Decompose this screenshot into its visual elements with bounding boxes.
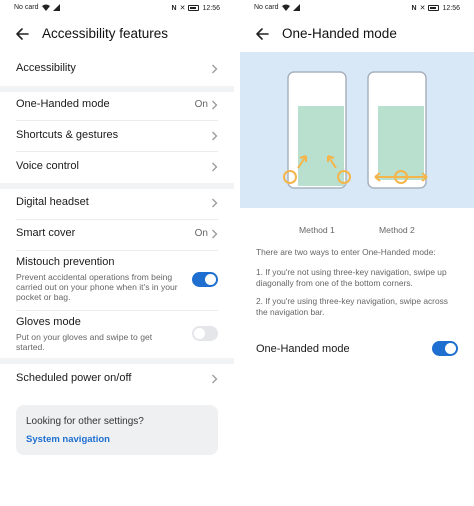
mute-icon: ✕ (419, 5, 426, 12)
carrier-text: No card (254, 4, 279, 11)
accessibility-features-screen: No card N ✕ 12:56 Accessibility features… (0, 0, 234, 506)
item-label: Gloves mode (16, 316, 81, 328)
item-value: On (194, 99, 208, 110)
divider (16, 219, 218, 220)
mute-icon: ✕ (179, 5, 186, 12)
item-label: Voice control (16, 160, 79, 172)
clock-text: 12:56 (442, 4, 460, 12)
signal-icon (52, 4, 60, 11)
one-handed-mode-toggle[interactable] (432, 341, 458, 356)
section-gap (0, 183, 234, 189)
nfc-icon: N (171, 4, 177, 12)
one-handed-mode-row: One-Handed mode (240, 338, 474, 360)
chevron-right-icon (212, 131, 218, 141)
chevron-right-icon (212, 100, 218, 110)
one-handed-mode-label: One-Handed mode (256, 343, 350, 355)
wifi-icon (281, 4, 290, 11)
item-description: Prevent accidental operations from being… (16, 272, 178, 302)
list-item-digital-headset[interactable]: Digital headset (0, 192, 234, 214)
chevron-right-icon (212, 229, 218, 239)
section-gap (0, 86, 234, 92)
other-settings-card: Looking for other settings? System navig… (16, 405, 218, 455)
phone-method-1 (283, 71, 351, 189)
one-handed-illustration (240, 52, 474, 208)
back-arrow-icon[interactable] (14, 26, 30, 42)
chevron-right-icon (212, 198, 218, 208)
gesture-illustration (283, 71, 428, 189)
item-label: One-Handed mode (16, 98, 110, 110)
section-gap (0, 358, 234, 364)
battery-icon (428, 5, 440, 11)
item-description: Put on your gloves and swipe to get star… (16, 332, 153, 352)
list-item-scheduled-power[interactable]: Scheduled power on/off (0, 368, 234, 390)
status-bar: No card N ✕ 12:56 (0, 0, 234, 15)
step-1-text: 1. If you're not using three-key navigat… (256, 267, 447, 288)
intro-text: There are two ways to enter One-Handed m… (256, 247, 436, 257)
method-2-label: Method 2 (379, 225, 415, 235)
page-title: Accessibility features (42, 26, 169, 41)
one-handed-mode-screen: No card N ✕ 12:56 One-Handed mode Method… (240, 0, 474, 506)
card-question: Looking for other settings? (26, 416, 144, 427)
item-label: Accessibility (16, 62, 76, 74)
list-item-gloves-mode: Gloves mode Put on your gloves and swipe… (0, 314, 234, 354)
list-item-shortcuts-gestures[interactable]: Shortcuts & gestures (0, 125, 234, 147)
item-label: Smart cover (16, 227, 76, 239)
divider (16, 120, 218, 121)
item-label: Shortcuts & gestures (16, 129, 119, 141)
gloves-mode-toggle[interactable] (192, 326, 218, 341)
divider (16, 310, 218, 311)
page-title: One-Handed mode (282, 26, 397, 41)
item-label: Scheduled power on/off (16, 372, 132, 384)
chevron-right-icon (212, 162, 218, 172)
signal-icon (292, 4, 300, 11)
divider (16, 250, 218, 251)
mistouch-prevention-toggle[interactable] (192, 272, 218, 287)
clock-text: 12:56 (202, 4, 220, 12)
back-arrow-icon[interactable] (254, 26, 270, 42)
item-label: Digital headset (16, 196, 89, 208)
list-item-smart-cover[interactable]: Smart cover On (0, 223, 234, 245)
divider (16, 151, 218, 152)
list-item-accessibility[interactable]: Accessibility (0, 58, 234, 80)
item-value: On (194, 228, 208, 239)
app-bar: Accessibility features (0, 18, 234, 52)
carrier-text: No card (14, 4, 39, 11)
system-navigation-link[interactable]: System navigation (26, 434, 110, 445)
chevron-right-icon (212, 374, 218, 384)
item-label: Mistouch prevention (16, 256, 115, 268)
nfc-icon: N (411, 4, 417, 12)
phone-method-2 (367, 71, 428, 189)
method-1-label: Method 1 (299, 225, 335, 235)
app-bar: One-Handed mode (240, 18, 474, 52)
list-item-mistouch-prevention: Mistouch prevention Prevent accidental o… (0, 254, 234, 308)
chevron-right-icon (212, 64, 218, 74)
battery-icon (188, 5, 200, 11)
status-bar: No card N ✕ 12:56 (240, 0, 474, 15)
step-2-text: 2. If you're using three-key navigation,… (256, 296, 448, 317)
list-item-one-handed-mode[interactable]: One-Handed mode On (0, 94, 234, 116)
list-item-voice-control[interactable]: Voice control (0, 156, 234, 178)
wifi-icon (41, 4, 50, 11)
